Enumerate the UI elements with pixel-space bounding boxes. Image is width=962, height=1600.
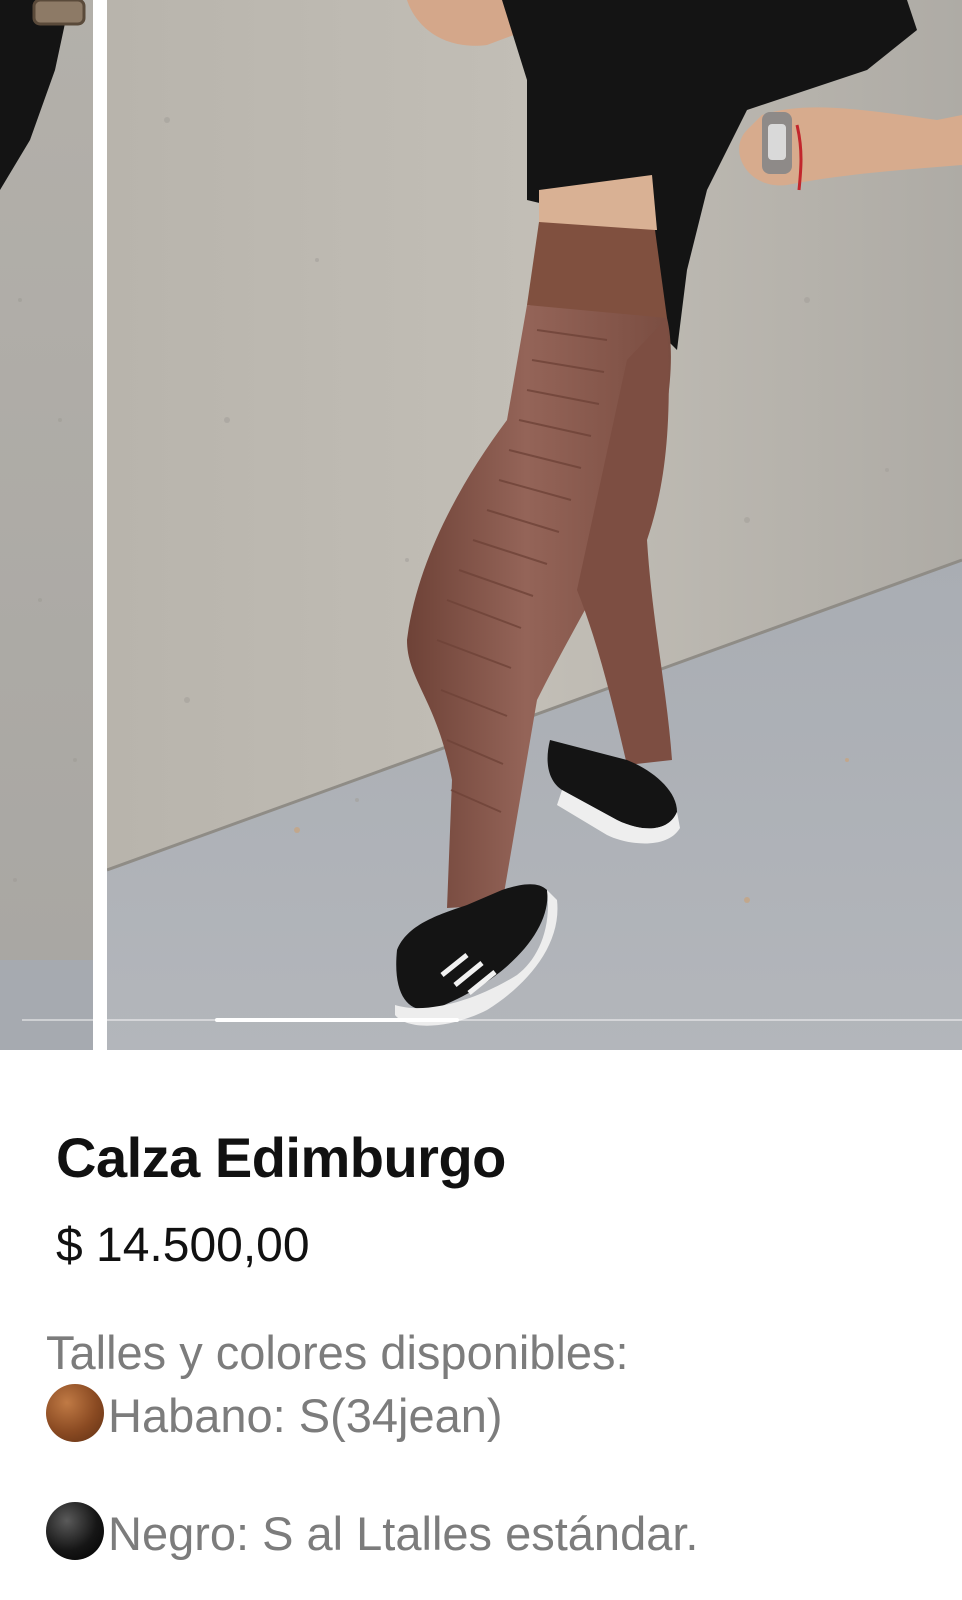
description-option-negro: Negro: S al Ltalles estándar. bbox=[46, 1502, 698, 1564]
option-text: Negro: S al Ltalles estándar. bbox=[108, 1507, 699, 1560]
black-circle-icon bbox=[46, 1502, 104, 1560]
brown-circle-icon bbox=[46, 1384, 104, 1442]
product-photo bbox=[107, 0, 962, 1050]
product-price: $ 14.500,00 bbox=[56, 1219, 310, 1272]
gallery-progress-fill bbox=[215, 1018, 459, 1022]
product-title: Calza Edimburgo bbox=[56, 1126, 506, 1189]
previous-product-image[interactable] bbox=[0, 0, 93, 1050]
previous-photo bbox=[0, 0, 93, 1050]
description-heading: Talles y colores disponibles: bbox=[46, 1326, 629, 1379]
option-text: Habano: S(34jean) bbox=[108, 1389, 503, 1442]
product-description: Talles y colores disponibles: Habano: S(… bbox=[46, 1322, 698, 1564]
gallery-progress-track bbox=[22, 1018, 962, 1022]
current-product-image[interactable] bbox=[107, 0, 962, 1050]
product-image-gallery[interactable] bbox=[0, 0, 962, 1050]
description-option-habano: Habano: S(34jean) bbox=[46, 1384, 698, 1446]
